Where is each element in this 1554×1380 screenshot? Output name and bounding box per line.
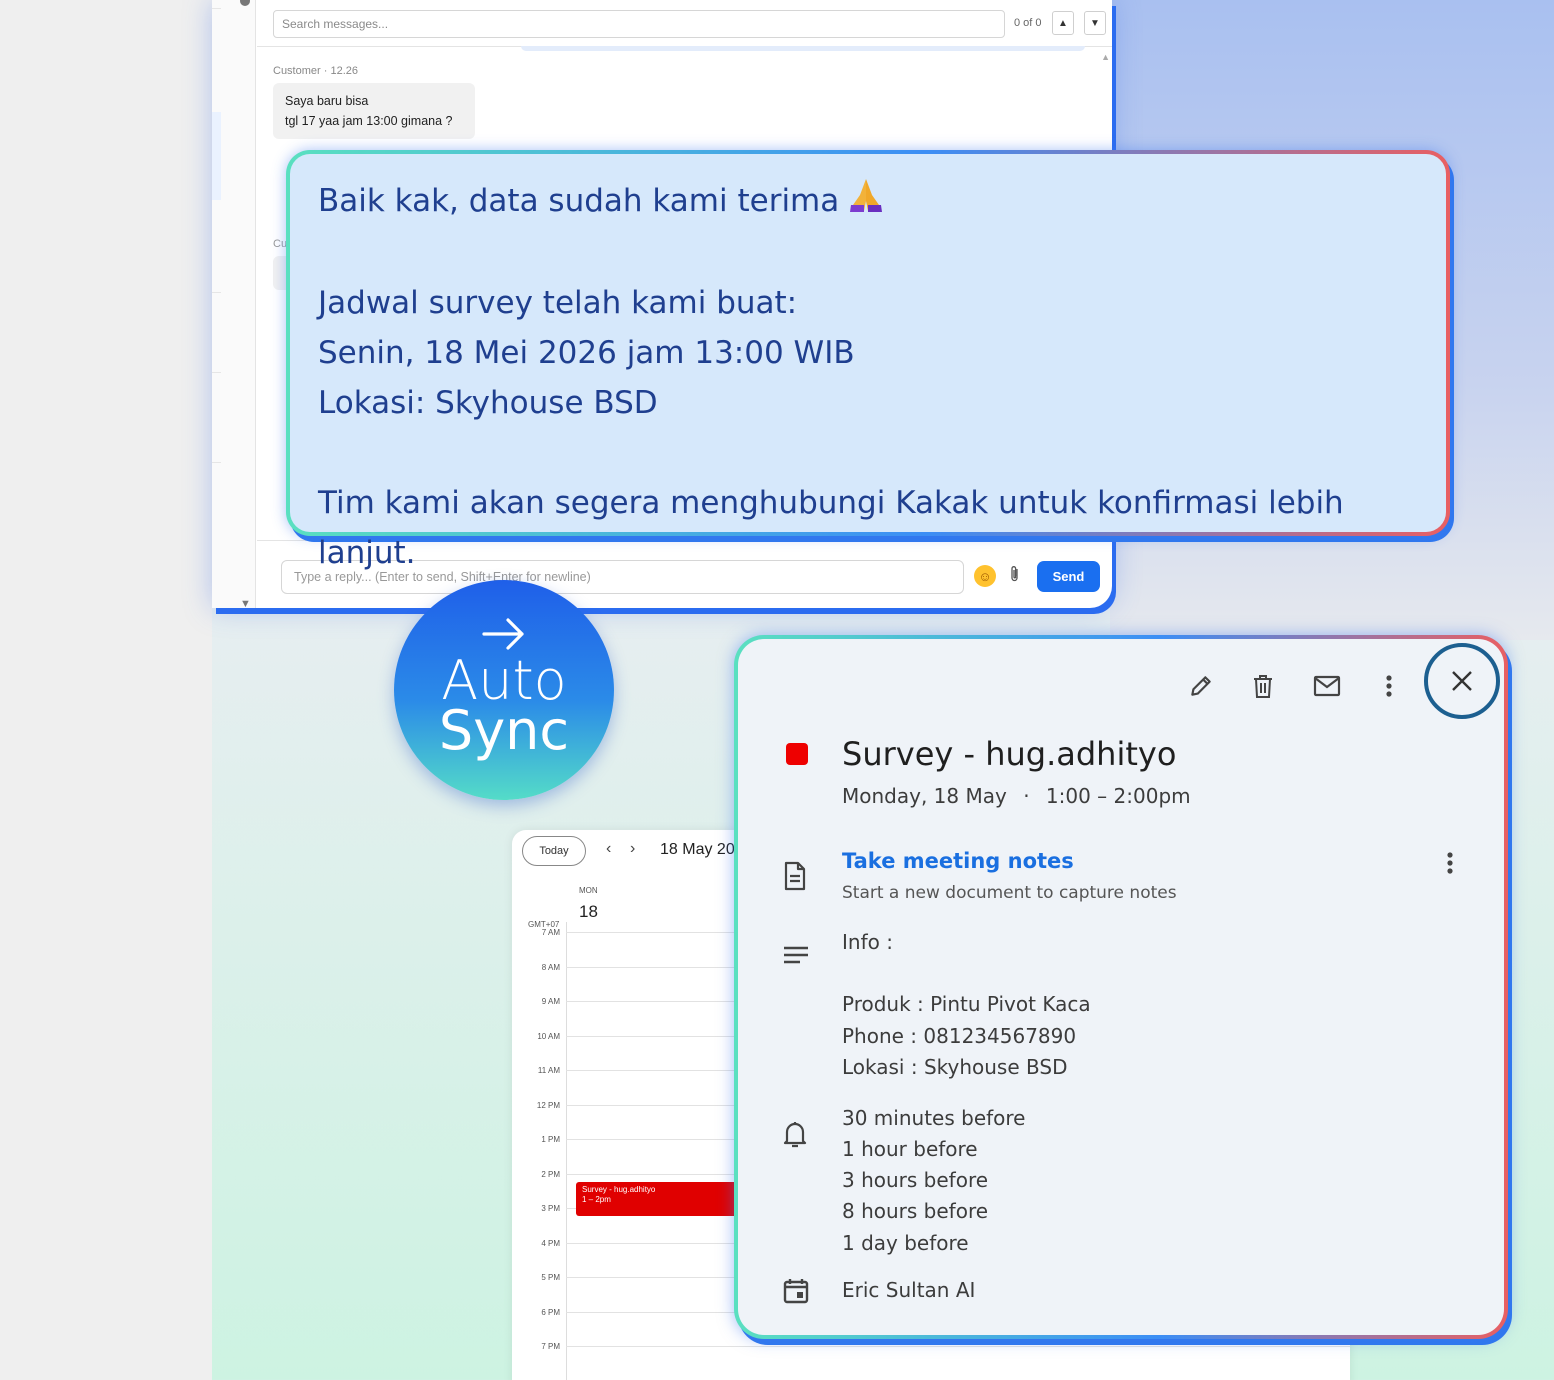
day-of-week: MON [579,886,598,895]
arrow-right-icon [482,618,524,650]
day-number[interactable]: 18 [579,902,598,922]
scroll-up-icon[interactable]: ▲ [1101,52,1110,62]
take-meeting-notes-link[interactable]: Take meeting notes [842,849,1074,873]
reply-line: Lokasi: Skyhouse BSD [318,385,658,421]
hour-label: 8 AM [541,962,560,972]
search-input[interactable] [273,10,1005,38]
auto-sync-badge: Auto Sync [394,580,614,800]
edit-icon[interactable] [1184,669,1218,703]
hour-label: 5 PM [541,1273,560,1282]
reminder-item: 1 hour before [842,1137,978,1161]
current-date: 18 May 20 [660,841,735,858]
badge-word: Sync [438,699,570,762]
list-divider [212,292,221,293]
message-meta: Cu [273,238,288,250]
hour-label: 12 PM [536,1100,560,1110]
info-line: Phone : 081234567890 [842,1024,1077,1048]
background-strip [0,0,212,1380]
delete-icon[interactable] [1246,669,1280,703]
hour-label: 11 AM [537,1066,560,1075]
reply-line: Baik kak, data sudah kami terima [318,176,1418,228]
hour-grid-line [566,1346,1350,1347]
bell-icon [782,1119,810,1148]
close-button[interactable] [1424,643,1500,719]
reply-line: Senin, 18 Mei 2026 jam 13:00 WIB [318,335,855,371]
hour-label: 4 PM [541,1238,560,1248]
previous-result-button[interactable]: ▲ [1052,11,1074,35]
chevron-right-icon[interactable]: › [630,840,635,858]
list-divider [212,372,221,373]
close-icon [1452,671,1472,691]
next-result-button[interactable]: ▼ [1084,11,1106,35]
event-datetime: Monday, 18 May · 1:00 – 2:00pm [842,784,1191,808]
info-line: Lokasi : Skyhouse BSD [842,1055,1068,1079]
arrow-up-icon: ▲ [1058,17,1068,29]
event-title: Survey - hug.adhityo [582,1185,656,1194]
hour-label: 9 AM [541,997,560,1006]
chevron-left-icon[interactable]: ‹ [606,840,611,858]
event-time: 1 – 2pm [582,1195,611,1204]
reminder-item: 3 hours before [842,1168,989,1192]
praying-hands-icon [847,177,885,228]
info-label: Info : [842,930,893,954]
arrow-down-icon: ▼ [1090,17,1100,29]
hour-label: 7 AM [541,928,560,937]
calendar-event[interactable]: Survey - hug.adhityo 1 – 2pm [576,1182,746,1216]
reply-line: Jadwal survey telah kami buat: [318,285,798,321]
document-icon [782,861,810,891]
hour-label: 3 PM [541,1204,560,1213]
message-line: Saya baru bisa [285,94,369,108]
scroll-down-icon[interactable]: ▼ [240,598,251,608]
list-divider [212,8,221,9]
reminder-item: 8 hours before [842,1199,989,1223]
scroll-up-icon[interactable] [240,0,250,6]
message-highlight [521,46,1085,51]
hour-label: 1 PM [541,1135,560,1144]
hour-label: 2 PM [541,1169,560,1179]
more-options-icon[interactable] [1372,669,1406,703]
reply-line: Tim kami akan segera menghubungi Kakak u… [318,485,1344,571]
event-color-indicator [786,743,808,765]
reminder-item: 30 minutes before [842,1106,1026,1130]
selected-conversation[interactable] [212,112,221,200]
hour-label: 10 AM [537,1031,560,1041]
today-button[interactable]: Today [522,836,586,866]
notes-description: Start a new document to capture notes [842,883,1177,903]
message-meta: Customer · 12.26 [273,65,358,77]
email-icon[interactable] [1310,669,1344,703]
hour-label: 6 PM [541,1307,560,1317]
search-result-count: 0 of 0 [1014,17,1042,29]
info-line: Produk : Pintu Pivot Kaca [842,992,1091,1016]
list-divider [212,462,221,463]
calendar-icon [782,1277,810,1305]
hour-label: 7 PM [541,1342,560,1351]
customer-message: Saya baru bisa tgl 17 yaa jam 13:00 gima… [273,83,475,139]
message-line: tgl 17 yaa jam 13:00 gimana ? [285,114,453,128]
conversation-list: ▼ [212,0,256,608]
notes-more-options-icon[interactable] [1446,851,1454,879]
bot-reply-message: Baik kak, data sudah kami terima Jadwal … [286,150,1450,571]
event-detail-popup: Survey - hug.adhityo Monday, 18 May · 1:… [734,635,1508,1339]
reminder-item: 1 day before [842,1231,969,1255]
description-icon [782,945,810,973]
calendar-owner: Eric Sultan AI [842,1278,976,1302]
event-title: Survey - hug.adhityo [842,735,1177,773]
